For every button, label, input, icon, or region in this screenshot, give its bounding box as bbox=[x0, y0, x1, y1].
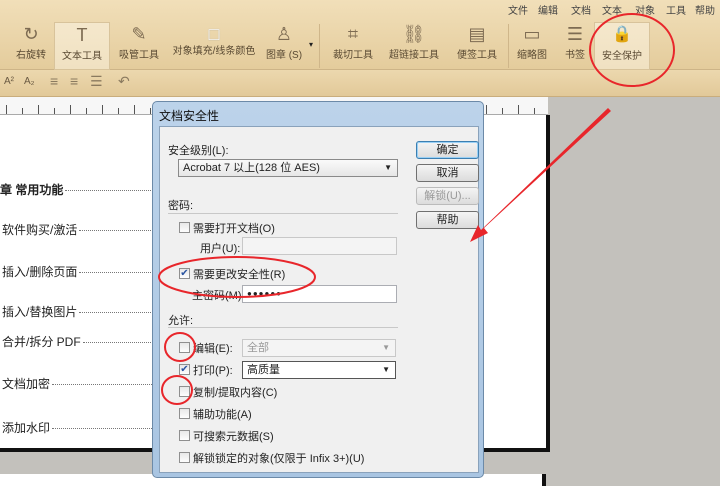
annotation-overlay bbox=[158, 13, 675, 405]
annotation-circle bbox=[158, 256, 316, 298]
annotation-circle bbox=[164, 332, 196, 362]
annotation-arrow bbox=[470, 108, 611, 242]
annotation-circle bbox=[589, 13, 675, 87]
annotation-circle bbox=[161, 375, 193, 405]
